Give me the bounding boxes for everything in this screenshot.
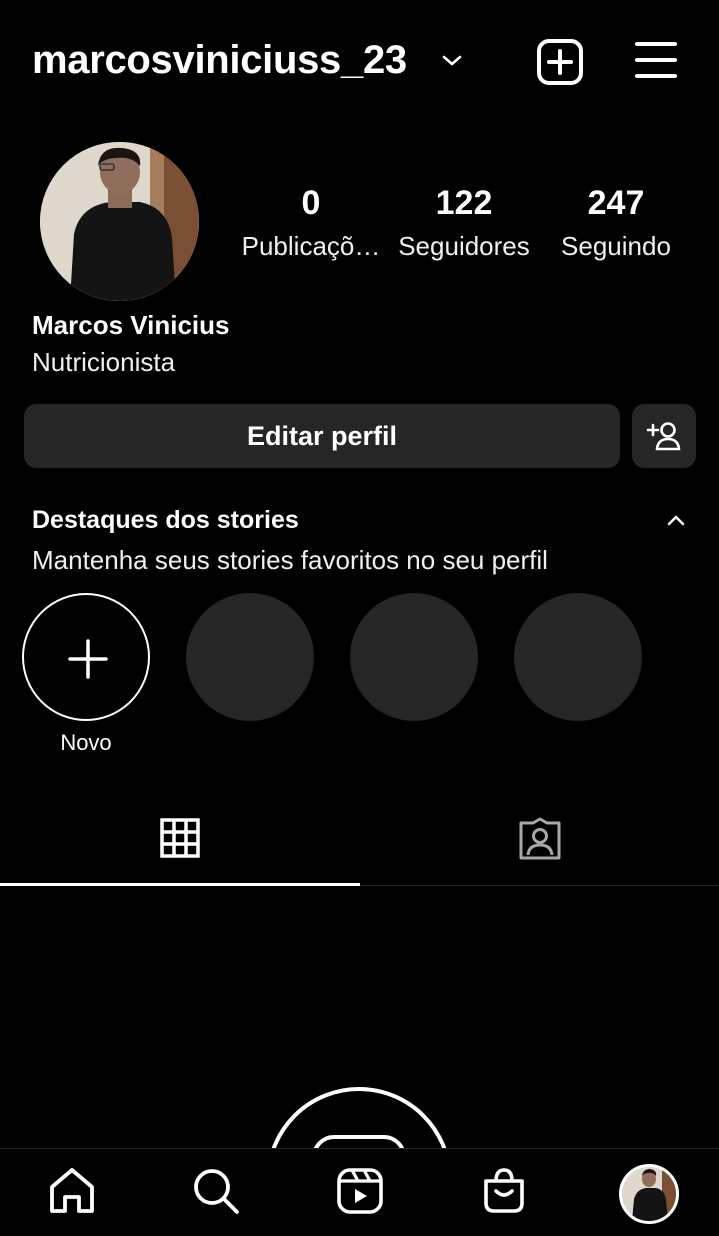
grid-icon <box>160 818 200 858</box>
followers-count-label: Seguidores <box>398 231 530 261</box>
tab-tagged[interactable] <box>360 796 719 886</box>
home-icon[interactable] <box>46 1165 102 1221</box>
tagged-person-icon <box>519 817 561 860</box>
followers-count-value: 122 <box>435 184 493 222</box>
hamburger-menu-icon[interactable] <box>634 40 678 80</box>
bottom-navigation <box>0 1148 719 1236</box>
followers-count[interactable]: 122 Seguidores <box>384 183 544 269</box>
reels-icon[interactable] <box>334 1165 390 1221</box>
chevron-down-icon[interactable] <box>440 52 464 70</box>
edit-profile-button[interactable]: Editar perfil <box>24 404 620 468</box>
highlights-subtitle: Mantenha seus stories favoritos no seu p… <box>32 545 548 575</box>
top-bar: marcosviniciuss_23 <box>0 0 719 124</box>
profile-avatar-nav[interactable] <box>619 1164 679 1224</box>
username-switcher[interactable]: marcosviniciuss_23 <box>32 38 407 83</box>
following-count-value: 247 <box>587 184 645 222</box>
shop-icon[interactable] <box>478 1165 534 1221</box>
posts-count[interactable]: 0 Publicaçõ… <box>231 183 391 269</box>
chevron-up-icon[interactable] <box>664 512 688 528</box>
profile-avatar[interactable] <box>40 142 199 301</box>
highlights-title: Destaques dos stories <box>32 506 299 534</box>
plus-square-icon[interactable] <box>535 38 585 86</box>
add-user-icon <box>646 422 681 451</box>
following-count-label: Seguindo <box>561 231 671 261</box>
highlight-placeholder <box>350 593 478 721</box>
profile-full-name: Marcos Vinicius <box>32 310 230 340</box>
following-count[interactable]: 247 Seguindo <box>536 183 696 269</box>
active-tab-indicator <box>0 883 360 886</box>
discover-people-button[interactable] <box>632 404 696 468</box>
tab-divider <box>360 885 719 886</box>
plus-icon <box>68 639 108 679</box>
profile-bio: Nutricionista <box>32 347 176 377</box>
highlight-placeholder <box>514 593 642 721</box>
new-highlight-button[interactable] <box>22 593 150 721</box>
posts-count-label: Publicaçõ… <box>241 231 381 261</box>
tab-posts-grid[interactable] <box>0 796 359 886</box>
highlight-placeholder <box>186 593 314 721</box>
posts-count-value: 0 <box>301 184 321 222</box>
search-icon[interactable] <box>190 1165 246 1221</box>
new-highlight-label: Novo <box>60 730 112 755</box>
